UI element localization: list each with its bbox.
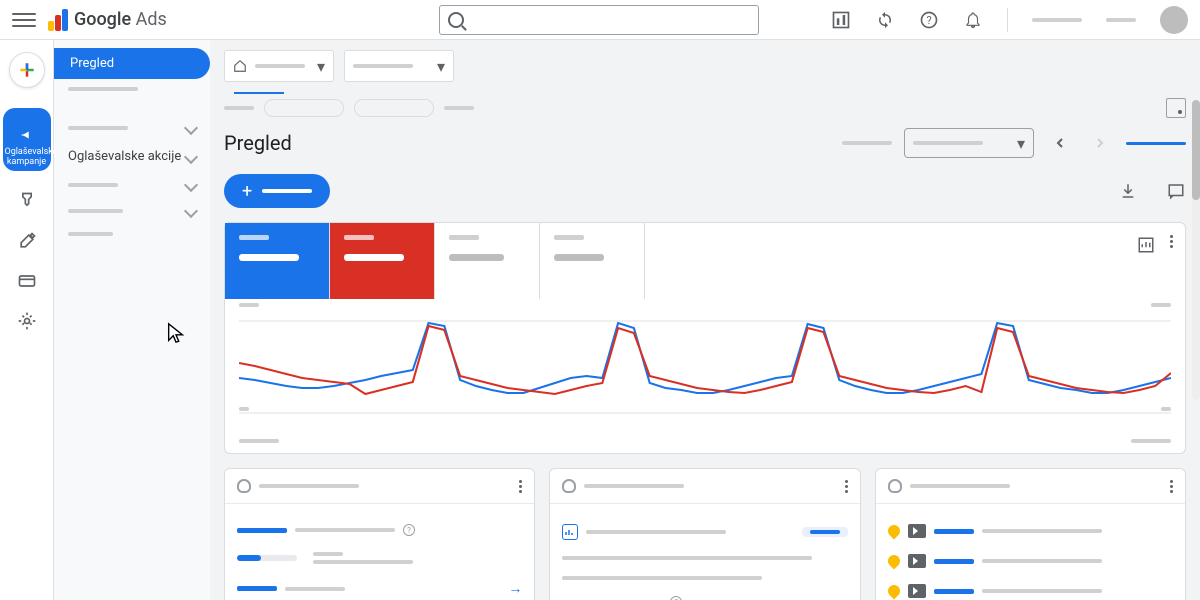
new-campaign-button[interactable]: + bbox=[224, 174, 330, 208]
svg-text:?: ? bbox=[926, 14, 931, 27]
sidebar-item-3[interactable] bbox=[54, 172, 210, 198]
trend-row-3[interactable] bbox=[888, 576, 1173, 600]
campaign-filter[interactable]: ▾ bbox=[344, 50, 454, 82]
info-icon[interactable]: ? bbox=[403, 524, 415, 536]
lightbulb-icon bbox=[562, 479, 576, 493]
sidebar: Pregled Oglaševalske akcije bbox=[54, 40, 210, 600]
card-menu-icon[interactable] bbox=[1170, 480, 1173, 493]
date-label bbox=[842, 141, 892, 145]
avatar[interactable] bbox=[1160, 6, 1188, 34]
breadcrumb-label bbox=[224, 106, 254, 110]
video-icon bbox=[908, 524, 926, 538]
search-input[interactable] bbox=[439, 5, 759, 35]
campaigns-rail-button[interactable]: Oglaševalske kampanje bbox=[3, 108, 51, 171]
video-icon bbox=[908, 554, 926, 568]
trend-row-1[interactable] bbox=[888, 516, 1173, 546]
progress-bar bbox=[237, 555, 297, 561]
card-2-title bbox=[584, 484, 684, 488]
nav-rail: Oglaševalske kampanje bbox=[0, 40, 54, 600]
sidebar-campaigns-label: Oglaševalske akcije bbox=[68, 149, 181, 164]
card-1-link-2[interactable] bbox=[237, 586, 277, 591]
goals-icon[interactable] bbox=[17, 191, 37, 211]
metric-tab-2[interactable] bbox=[330, 223, 435, 299]
chevron-down-icon bbox=[184, 204, 198, 218]
chart-end-date bbox=[1131, 439, 1171, 443]
lightbulb-icon bbox=[888, 479, 902, 493]
logo-mark-icon bbox=[48, 9, 68, 31]
sidebar-overview-label: Pregled bbox=[70, 56, 114, 71]
metric-tab-4[interactable] bbox=[540, 223, 645, 299]
header: Google Ads ? bbox=[0, 0, 1200, 40]
create-button[interactable] bbox=[9, 52, 45, 88]
tools-icon[interactable] bbox=[17, 231, 37, 251]
help-icon[interactable]: ? bbox=[919, 10, 939, 30]
account-name bbox=[1032, 18, 1082, 22]
home-icon bbox=[233, 59, 247, 73]
info-icon[interactable]: ? bbox=[670, 596, 682, 600]
feedback-icon[interactable] bbox=[1166, 181, 1186, 201]
card-3-title bbox=[910, 484, 1010, 488]
chevron-down-icon bbox=[184, 178, 198, 192]
card-menu-icon[interactable] bbox=[519, 480, 522, 493]
page-title: Pregled bbox=[224, 131, 292, 155]
metric-tab-1[interactable] bbox=[225, 223, 330, 299]
refresh-icon[interactable] bbox=[875, 10, 895, 30]
insight-card-1: ? → → → bbox=[224, 468, 535, 600]
card-1-title bbox=[259, 484, 359, 488]
filter-chip-2[interactable] bbox=[354, 99, 434, 117]
breadcrumb-tail bbox=[444, 106, 474, 110]
status-badge bbox=[802, 527, 848, 537]
arrow-right-icon[interactable]: → bbox=[508, 580, 522, 597]
fire-icon bbox=[885, 523, 902, 540]
card-menu-icon[interactable] bbox=[845, 480, 848, 493]
filter-chip-1[interactable] bbox=[264, 99, 344, 117]
performance-chart bbox=[225, 299, 1185, 439]
trend-row-2[interactable] bbox=[888, 546, 1173, 576]
sidebar-item-overview[interactable]: Pregled bbox=[54, 48, 210, 79]
chart-icon bbox=[562, 524, 578, 540]
download-icon[interactable] bbox=[1118, 181, 1138, 201]
performance-card bbox=[224, 222, 1186, 454]
menu-icon[interactable] bbox=[12, 8, 36, 32]
save-view-icon[interactable] bbox=[1166, 98, 1186, 118]
chevron-down-icon bbox=[184, 121, 198, 135]
billing-icon[interactable] bbox=[17, 271, 37, 291]
search-icon bbox=[448, 12, 464, 28]
plus-icon: + bbox=[242, 181, 252, 202]
account-filter[interactable]: ▾ bbox=[224, 50, 334, 82]
sidebar-item-4[interactable] bbox=[54, 198, 210, 224]
notifications-icon[interactable] bbox=[963, 10, 983, 30]
date-range-select[interactable]: ▾ bbox=[904, 128, 1034, 158]
fire-icon bbox=[885, 553, 902, 570]
main-content: ▾ ▾ Pregled ▾ bbox=[210, 40, 1200, 600]
fire-icon bbox=[885, 583, 902, 600]
reports-icon[interactable] bbox=[831, 10, 851, 30]
account-id bbox=[1106, 18, 1136, 22]
sidebar-item-1[interactable] bbox=[54, 79, 210, 99]
chart-type-icon[interactable] bbox=[1136, 235, 1156, 255]
sidebar-item-5[interactable] bbox=[54, 224, 210, 244]
logo: Google Ads bbox=[48, 9, 167, 31]
settings-icon[interactable] bbox=[17, 311, 37, 331]
date-compare-toggle[interactable] bbox=[1126, 142, 1186, 145]
insight-card-2: ? bbox=[549, 468, 860, 600]
date-next-button bbox=[1086, 129, 1114, 157]
metric-tab-3[interactable] bbox=[435, 223, 540, 299]
sidebar-item-campaigns[interactable]: Oglaševalske akcije bbox=[54, 141, 210, 172]
campaigns-rail-label: Oglaševalske kampanje bbox=[5, 147, 49, 167]
doc-icon bbox=[908, 584, 926, 598]
sidebar-item-2[interactable] bbox=[54, 115, 210, 141]
card-1-link-1[interactable] bbox=[237, 528, 287, 533]
logo-text: Google Ads bbox=[74, 9, 167, 30]
chevron-down-icon bbox=[184, 149, 198, 163]
scrollbar[interactable] bbox=[1192, 100, 1200, 400]
lightbulb-icon bbox=[237, 479, 251, 493]
chart-start-date bbox=[239, 439, 279, 443]
insight-card-3 bbox=[875, 468, 1186, 600]
card-menu-icon[interactable] bbox=[1170, 235, 1173, 255]
date-prev-button[interactable] bbox=[1046, 129, 1074, 157]
